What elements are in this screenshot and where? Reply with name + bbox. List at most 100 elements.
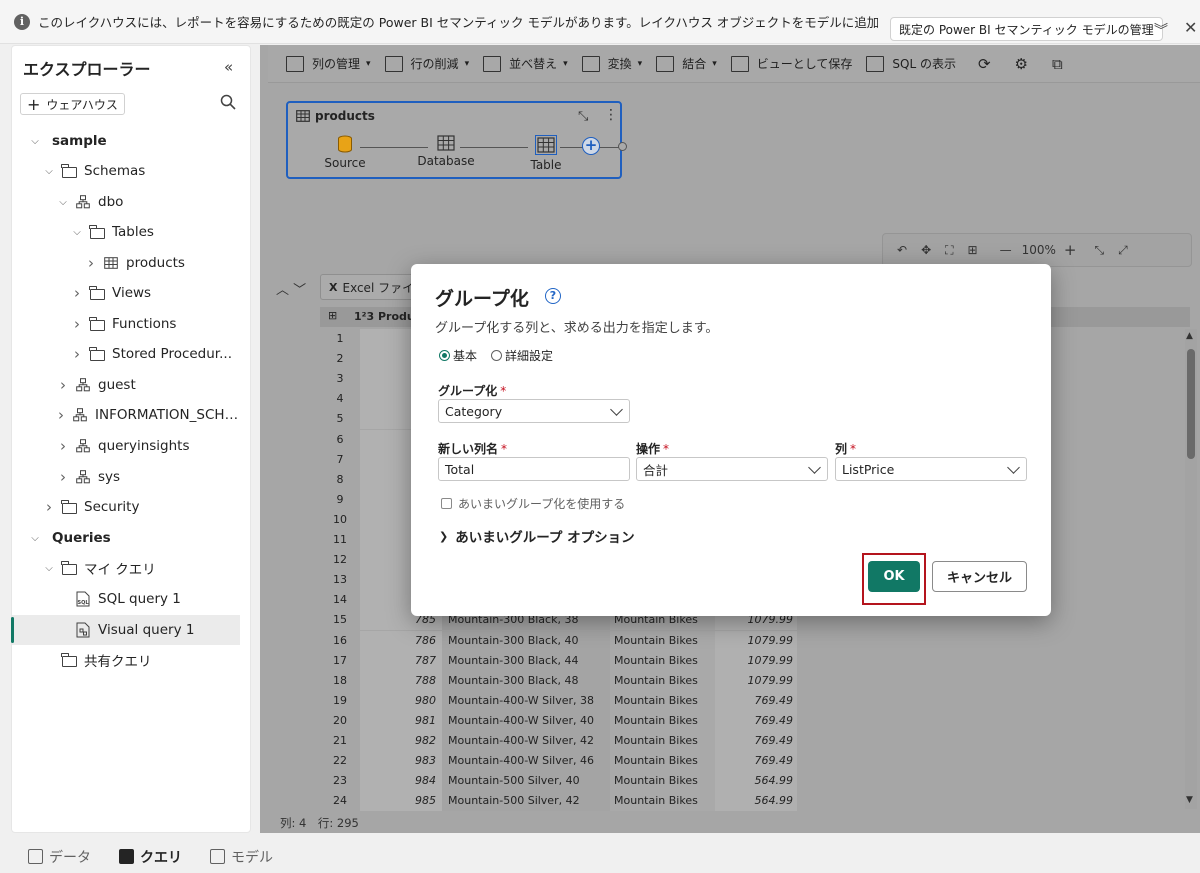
row-number: 20	[333, 713, 347, 727]
toolbar-item-label: ビューとして保存	[756, 57, 853, 71]
zoom-toolbar: ↶ ✥ ⛶ ⊞ — 100% + ⤡ ⤢	[882, 233, 1192, 267]
expand-banner-icon[interactable]: ︾	[1154, 20, 1168, 40]
radio-advanced[interactable]	[491, 350, 503, 361]
cancel-button[interactable]: キャンセル	[932, 561, 1027, 592]
tree-item[interactable]: › Stored Procedur...	[12, 339, 240, 369]
map-icon[interactable]: ⊞	[968, 243, 978, 257]
chevron-down-icon[interactable]: ⌵	[56, 197, 70, 208]
group-by-select[interactable]: Category	[438, 399, 630, 423]
chevron-down-icon[interactable]: ⌵	[42, 166, 56, 177]
tab-model[interactable]: モデル	[210, 847, 273, 867]
chevron-right-icon[interactable]: ›	[56, 376, 70, 394]
toolbar-item[interactable]: ビューとして保存	[730, 55, 853, 72]
chevron-right-icon[interactable]: ›	[54, 406, 67, 424]
collapse-preview-icon[interactable]: ︿ ﹀	[276, 279, 306, 298]
tree-item[interactable]: › queryinsights	[12, 431, 240, 461]
cell-product-id: 982	[360, 731, 442, 751]
tree-item[interactable]: › Security	[12, 492, 240, 522]
tree-item[interactable]: ⌵ Schemas	[12, 156, 240, 186]
toolbar-item[interactable]: 並べ替え ▾	[483, 55, 568, 72]
add-warehouse-button[interactable]: + ウェアハウス	[20, 93, 125, 115]
fuzzy-options-expander[interactable]: ❯ あいまいグループ オプション	[439, 526, 635, 547]
radio-basic[interactable]	[439, 350, 450, 361]
toolbar-item[interactable]: 行の削減 ▾	[384, 55, 469, 72]
chevron-right-icon[interactable]: ›	[70, 345, 84, 363]
column-select[interactable]: ListPrice	[835, 457, 1027, 481]
settings-icon[interactable]: ⚙	[1015, 55, 1028, 73]
fit-view-icon[interactable]: ⛶	[945, 243, 953, 258]
chevron-down-icon[interactable]: ⌵	[70, 227, 84, 238]
expand-icon[interactable]: ⤢	[1118, 243, 1128, 258]
pan-icon[interactable]: ✥	[921, 243, 931, 257]
toolbar-item[interactable]: 結合 ▾	[656, 55, 717, 72]
tab-query[interactable]: クエリ	[119, 847, 182, 867]
chevron-right-icon[interactable]: ›	[70, 284, 84, 302]
collapse-node-icon[interactable]: ⤡	[578, 109, 588, 124]
chevron-right-icon[interactable]: ›	[56, 437, 70, 455]
manage-semantic-model-button[interactable]: 既定の Power BI セマンティック モデルの管理	[890, 17, 1163, 41]
toolbar-item[interactable]: 変換 ▾	[581, 55, 642, 72]
vertical-scrollbar[interactable]: ▲ ▼	[1185, 329, 1197, 809]
zoom-in-icon[interactable]: +	[1064, 241, 1077, 259]
help-icon[interactable]: ?	[545, 288, 561, 304]
row-number: 5	[336, 412, 344, 426]
tree-item[interactable]: ⌵ dbo	[12, 187, 240, 217]
chevron-right-icon[interactable]: ›	[84, 254, 98, 272]
chevron-down-icon[interactable]: ⌵	[28, 136, 42, 147]
refresh-icon[interactable]: ⟳	[978, 55, 991, 73]
undo-icon[interactable]: ↶	[897, 243, 907, 257]
operation-select[interactable]: 合計	[636, 457, 828, 481]
fuzzy-grouping-checkbox[interactable]	[441, 498, 452, 509]
tree-item[interactable]: › sys	[12, 462, 240, 492]
group-by-label: グループ化 *	[438, 384, 507, 398]
tree-item[interactable]: Visual query 1	[11, 615, 240, 645]
tree-item[interactable]: ⌵ マイ クエリ	[12, 553, 240, 583]
search-icon[interactable]	[220, 94, 236, 114]
more-options-icon[interactable]: ⋮	[604, 107, 618, 123]
tree-item[interactable]: › Functions	[12, 309, 240, 339]
tree-item[interactable]: 共有クエリ	[12, 645, 240, 675]
table-row: 21 982 Mountain-400-W Silver, 42 Mountain B…	[320, 731, 797, 751]
tree-item[interactable]: ⌵ Queries	[12, 523, 240, 553]
table-icon	[102, 255, 120, 271]
toolbar-item-label: 列の管理	[312, 57, 361, 71]
toolbar-item[interactable]: 列の管理 ▾	[286, 55, 371, 72]
cell-list-price: 1079.99	[715, 650, 797, 671]
step-source[interactable]: Source	[318, 135, 372, 170]
tree-item[interactable]: › products	[12, 248, 240, 278]
tree-item[interactable]: › Views	[12, 278, 240, 308]
scroll-up-icon[interactable]: ▲	[1186, 331, 1193, 341]
add-step-icon[interactable]: +	[582, 137, 600, 155]
shrink-icon[interactable]: ⤡	[1094, 243, 1104, 258]
scrollbar-thumb[interactable]	[1187, 349, 1195, 459]
row-number: 24	[333, 794, 347, 808]
zoom-out-icon[interactable]: —	[1000, 243, 1012, 257]
folder-icon	[60, 560, 78, 576]
tree-item[interactable]: › guest	[12, 370, 240, 400]
tab-data[interactable]: データ	[28, 847, 91, 867]
collapse-pane-icon[interactable]: «	[224, 58, 233, 76]
ok-button[interactable]: OK	[868, 561, 920, 592]
close-banner-icon[interactable]: ✕	[1184, 18, 1197, 37]
scroll-down-icon[interactable]: ▼	[1186, 795, 1193, 805]
new-column-input[interactable]: Total	[438, 457, 630, 481]
tree-item[interactable]: › INFORMATION_SCHE...	[12, 400, 240, 430]
step-table[interactable]: Table	[524, 135, 568, 172]
query-node-products[interactable]: products ⤡ ⋮ Source Database Table +	[286, 101, 627, 179]
chevron-down-icon[interactable]: ⌵	[42, 563, 56, 574]
cell-name: Mountain-300 Black, 40	[442, 630, 610, 651]
chevron-down-icon[interactable]: ⌵	[28, 533, 42, 544]
select-all-icon[interactable]: ⊞	[328, 309, 337, 322]
toolbar-item[interactable]: SQL の表示	[866, 55, 956, 72]
tree-item[interactable]: ⌵ sample	[12, 126, 240, 156]
tree-item[interactable]: ⌵ Tables	[12, 217, 240, 247]
popout-icon[interactable]: ⧉	[1052, 55, 1063, 73]
tree-item[interactable]: SQL SQL query 1	[12, 584, 240, 614]
toolbar-icon	[656, 55, 675, 72]
preview-tab[interactable]: X Excel ファイ	[320, 274, 424, 300]
chevron-right-icon[interactable]: ›	[56, 468, 70, 486]
chevron-right-icon[interactable]: ›	[42, 498, 56, 516]
output-port-icon	[618, 142, 627, 151]
step-database[interactable]: Database	[416, 135, 476, 168]
chevron-right-icon[interactable]: ›	[70, 315, 84, 333]
